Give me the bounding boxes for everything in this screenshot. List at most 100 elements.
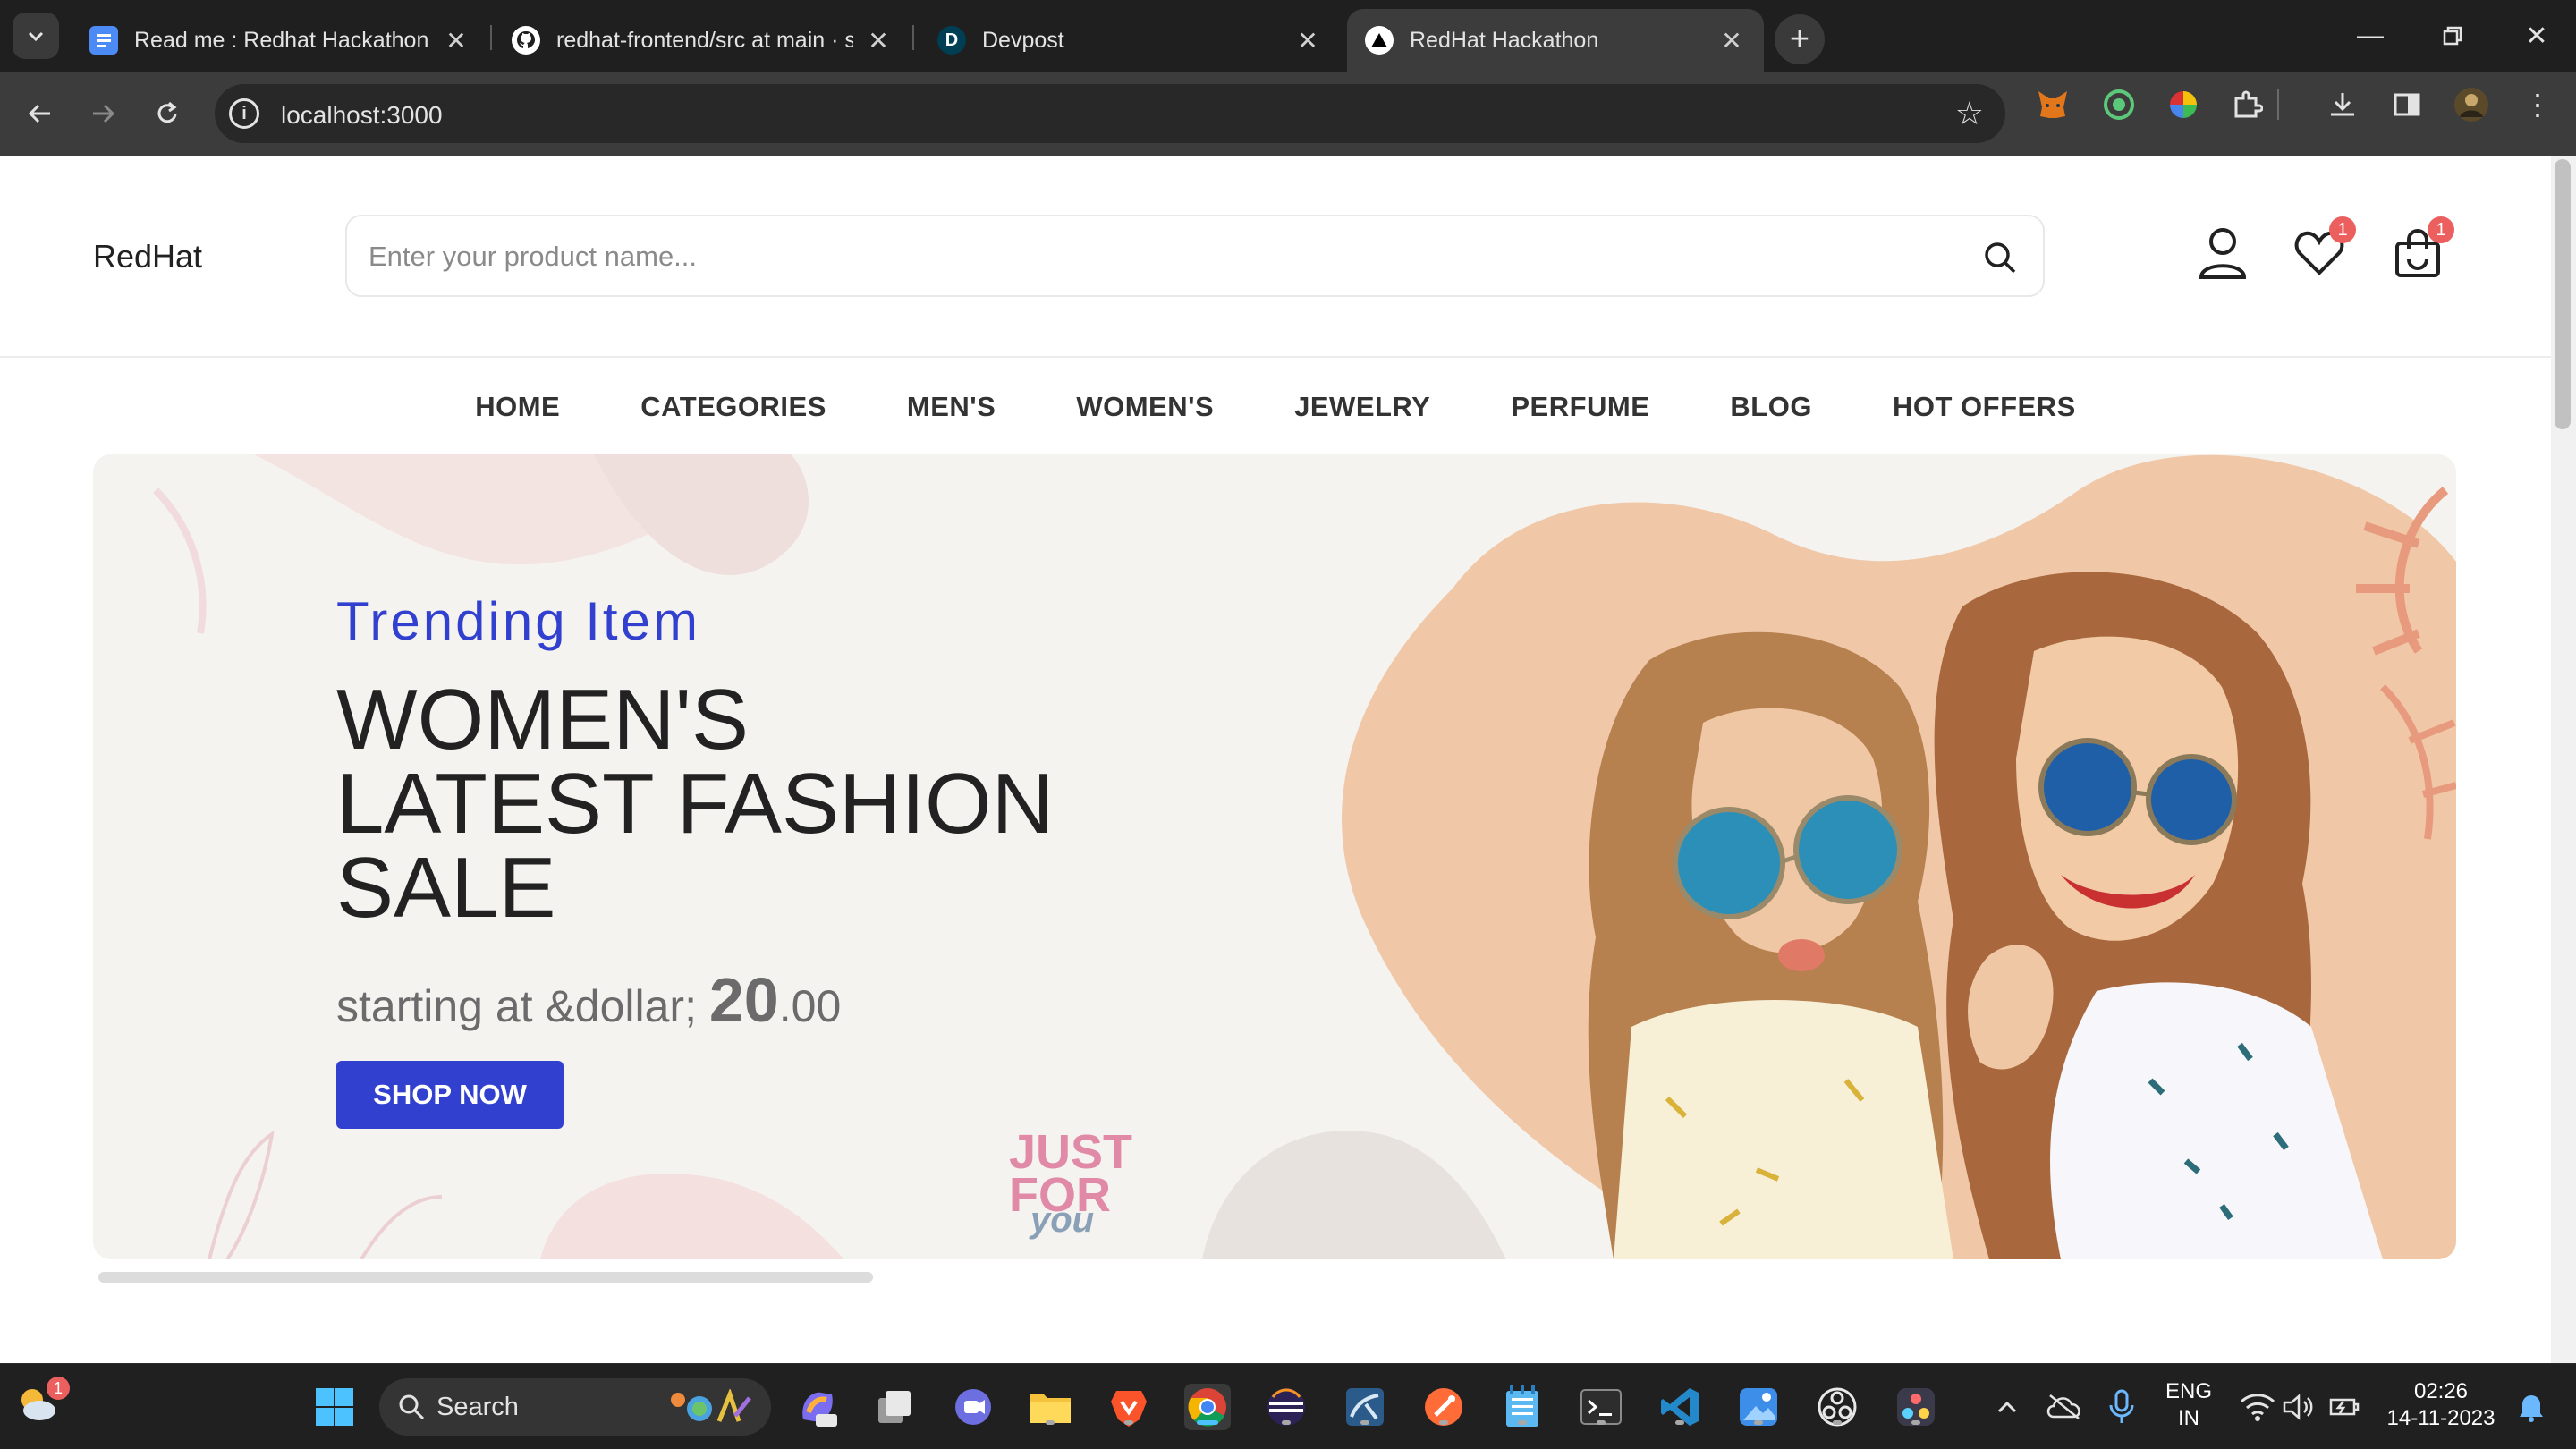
address-bar[interactable]: i localhost:3000 ☆ (215, 84, 2005, 143)
nav-hot-offers[interactable]: HOT OFFERS (1893, 391, 2076, 423)
notification-bell-icon[interactable] (2508, 1384, 2555, 1430)
close-icon[interactable]: ✕ (864, 26, 893, 55)
star-bookmark-icon[interactable]: ☆ (1955, 95, 1984, 132)
forward-arrow-icon[interactable] (80, 91, 125, 136)
chevron-up-icon[interactable] (1984, 1384, 2030, 1430)
stamp-line: you (1030, 1200, 1095, 1240)
side-panel-icon[interactable] (2386, 84, 2428, 125)
minimize-icon[interactable]: — (2343, 13, 2397, 59)
hero-title: WOMEN'S LATEST FASHION SALE (336, 672, 1141, 936)
volume-icon[interactable] (2275, 1384, 2322, 1430)
price-main: 20 (708, 965, 779, 1035)
teams-chat-icon[interactable] (950, 1384, 996, 1430)
weather-widget-icon[interactable]: 1 (14, 1377, 70, 1427)
task-view-icon[interactable] (871, 1384, 918, 1430)
hero-title-line: WOMEN'S (336, 672, 749, 767)
windows-start-icon[interactable] (311, 1384, 358, 1430)
postman-icon[interactable] (1420, 1384, 1467, 1430)
running-indicator (1833, 1420, 1842, 1425)
wifi-icon[interactable] (2234, 1384, 2281, 1430)
puzzle-extensions-icon[interactable] (2227, 84, 2268, 125)
metamask-fox-icon[interactable] (2032, 84, 2073, 125)
clock-time: 02:26 (2413, 1379, 2469, 1403)
nav-mens[interactable]: MEN'S (907, 391, 996, 423)
eclipse-ide-icon[interactable] (1263, 1384, 1309, 1430)
download-icon[interactable] (2322, 84, 2363, 125)
region-code: IN (2178, 1406, 2199, 1430)
taskbar-search-label: Search (436, 1392, 519, 1421)
nav-jewelry[interactable]: JEWELRY (1294, 391, 1430, 423)
brave-browser-icon[interactable] (1106, 1384, 1152, 1430)
chrome-icon[interactable] (1184, 1384, 1231, 1430)
new-tab-button[interactable]: + (1775, 14, 1825, 64)
microphone-icon[interactable] (2098, 1384, 2145, 1430)
notepad-icon[interactable] (1499, 1384, 1546, 1430)
vscode-icon[interactable] (1657, 1384, 1703, 1430)
running-indicator (1124, 1420, 1133, 1425)
product-search (345, 215, 2045, 297)
davinci-resolve-icon[interactable] (1893, 1384, 1939, 1430)
running-indicator (1754, 1420, 1763, 1425)
close-icon[interactable]: ✕ (1717, 26, 1746, 55)
nextjs-icon (1365, 26, 1394, 55)
shop-now-button[interactable]: SHOP NOW (336, 1061, 564, 1129)
account-button[interactable] (2191, 222, 2254, 284)
tab-strip: Read me : Redhat Hackathon - ( ✕ redhat-… (0, 0, 2576, 72)
url-text: localhost:3000 (281, 101, 443, 129)
battery-charging-icon[interactable] (2322, 1384, 2368, 1430)
hero-title-line: SALE (336, 840, 556, 936)
running-indicator (1439, 1420, 1448, 1425)
tab-github[interactable]: redhat-frontend/src at main · su ✕ (494, 9, 911, 72)
target-extension-icon[interactable] (2098, 84, 2140, 125)
wishlist-count-badge: 1 (2329, 216, 2356, 243)
nav-womens[interactable]: WOMEN'S (1076, 391, 1214, 423)
running-indicator (1046, 1420, 1055, 1425)
search-icon (399, 1394, 425, 1420)
kebab-menu-icon[interactable]: ⋮ (2517, 84, 2558, 125)
close-icon[interactable]: ✕ (1293, 26, 1322, 55)
nav-perfume[interactable]: PERFUME (1511, 391, 1649, 423)
nav-home[interactable]: HOME (475, 391, 560, 423)
onedrive-offline-icon[interactable] (2041, 1384, 2088, 1430)
hero-carousel-scrollbar[interactable] (98, 1272, 873, 1283)
clock[interactable]: 02:26 14-11-2023 (2377, 1378, 2504, 1432)
site-logo[interactable]: RedHat (93, 238, 202, 275)
color-wheel-extension-icon[interactable] (2163, 84, 2204, 125)
tab-readme[interactable]: Read me : Redhat Hackathon - ( ✕ (72, 9, 488, 72)
restore-icon[interactable] (2426, 13, 2479, 59)
nav-blog[interactable]: BLOG (1730, 391, 1812, 423)
site-info-icon[interactable]: i (229, 98, 259, 129)
tab-search-button[interactable] (13, 13, 59, 59)
taskbar-search[interactable]: Search (379, 1378, 771, 1436)
search-input[interactable] (369, 233, 1844, 281)
mysql-workbench-icon[interactable] (1342, 1384, 1388, 1430)
github-icon (512, 26, 540, 55)
obs-studio-icon[interactable] (1814, 1384, 1860, 1430)
reload-icon[interactable] (145, 91, 190, 136)
tab-title: redhat-frontend/src at main · su (556, 27, 853, 53)
cart-button[interactable]: 1 (2386, 216, 2454, 284)
hero-title-line: LATEST FASHION (336, 756, 1054, 852)
web-page: RedHat 1 1 HOME CATEGORIES MEN'S WOMEN'S… (0, 156, 2551, 1363)
tab-title: RedHat Hackathon (1410, 27, 1599, 53)
tab-separator (912, 25, 914, 50)
close-window-icon[interactable]: ✕ (2510, 13, 2563, 59)
tab-redhat-hackathon[interactable]: RedHat Hackathon ✕ (1347, 9, 1764, 72)
tab-devpost[interactable]: D Devpost ✕ (919, 9, 1340, 72)
search-button[interactable] (1975, 233, 2025, 283)
profile-avatar[interactable] (2451, 84, 2492, 125)
input-language[interactable]: ENG IN (2159, 1378, 2218, 1432)
running-indicator (1360, 1420, 1369, 1425)
terminal-icon[interactable] (1578, 1384, 1624, 1430)
page-scrollbar-thumb[interactable] (2555, 159, 2571, 429)
file-explorer-icon[interactable] (1027, 1384, 1073, 1430)
nav-categories[interactable]: CATEGORIES (640, 391, 826, 423)
back-arrow-icon[interactable] (18, 91, 63, 136)
wishlist-button[interactable]: 1 (2288, 216, 2356, 284)
close-icon[interactable]: ✕ (442, 26, 470, 55)
main-nav: HOME CATEGORIES MEN'S WOMEN'S JEWELRY PE… (0, 358, 2551, 456)
running-indicator (1597, 1420, 1606, 1425)
search-highlight-icon (671, 1389, 751, 1422)
photos-app-icon[interactable] (1735, 1384, 1782, 1430)
copilot-icon[interactable] (794, 1384, 841, 1430)
